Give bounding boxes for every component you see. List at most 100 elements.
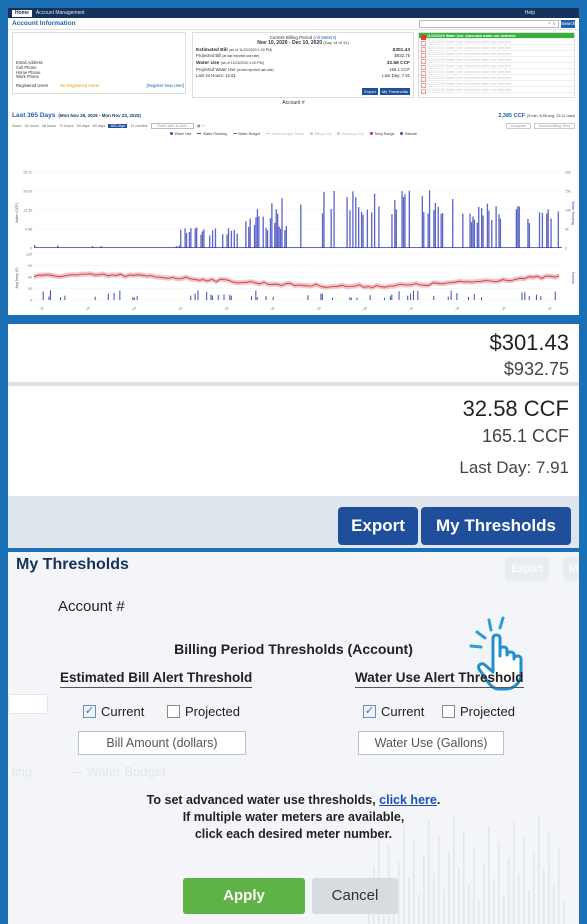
legend-item[interactable]: Watering Day — [337, 132, 364, 136]
register-new-user-link[interactable]: [Register New User] — [147, 83, 184, 88]
bill-amount-input[interactable]: Bill Amount (dollars) — [78, 731, 246, 755]
ghost-bar — [503, 895, 505, 924]
rainfall-bar — [197, 290, 199, 300]
legend-item[interactable]: Water Use — [170, 132, 191, 136]
chart-legend: Water Use Water Reading Water Budget Water … — [8, 130, 579, 137]
water-use-bar — [517, 206, 519, 248]
zoom-option[interactable]: 24 hours — [24, 124, 38, 128]
x-tick-label: May '20 — [265, 306, 276, 311]
projected-water-note: (at last reported use rate) — [236, 67, 274, 72]
export-button-small[interactable]: Export — [362, 88, 378, 95]
account-search-input[interactable]: × ∨ — [419, 19, 559, 28]
my-thresholds-button-small[interactable]: My Thresholds — [379, 88, 410, 95]
rainfall-bar — [107, 293, 109, 300]
water-use-bar — [434, 202, 437, 248]
rainfall-bar — [42, 291, 44, 300]
x-tick-label: Nov '20 — [542, 306, 553, 311]
legend-item[interactable]: Temp Range — [369, 132, 394, 136]
legend-item[interactable]: Rainfall — [400, 132, 417, 136]
water-use-bar — [262, 216, 264, 248]
x-tick-label: Mar '20 — [173, 306, 183, 311]
projected-bill-value: $932.75 — [394, 53, 410, 59]
nav-home[interactable]: Home — [12, 9, 32, 17]
water-current-checkbox[interactable]: ✓ Current — [363, 704, 424, 719]
water-use-bar — [428, 190, 431, 248]
dialog-subtitle: Billing Period Thresholds (Account) — [174, 641, 413, 657]
water-use-bar — [480, 208, 483, 248]
bill-projected-checkbox[interactable]: Projected — [167, 704, 240, 719]
legend-item[interactable]: Water Reading — [197, 132, 227, 136]
rainfall-bar — [217, 294, 219, 300]
water-use-bar — [209, 235, 211, 248]
alert-item[interactable]: 11/14/2020 Water Use: Abnormal water use… — [419, 87, 574, 94]
water-use-bar — [518, 206, 520, 248]
cancel-button[interactable]: Cancel — [312, 878, 398, 914]
ghost-bar — [473, 847, 475, 924]
water-use-bar — [498, 214, 500, 248]
bill-current-label: Current — [101, 704, 145, 719]
water-projected-checkbox[interactable]: Projected — [442, 704, 515, 719]
zoom-option[interactable]: 30 days — [77, 124, 90, 128]
water-use-bar — [227, 228, 230, 248]
x-tick-label: Aug '20 — [404, 306, 415, 311]
nav-account-management[interactable]: Account Management — [36, 10, 85, 16]
water-use-bar — [557, 211, 559, 248]
contact-label: Work Phone — [16, 74, 39, 80]
rainfall-bar — [524, 292, 526, 300]
checkmark-icon[interactable]: ✓ — [363, 705, 376, 718]
empty-checkbox-icon[interactable] — [442, 705, 455, 718]
water-use-bar — [275, 209, 277, 248]
my-thresholds-button[interactable]: My Thresholds — [421, 507, 571, 545]
water-use-input[interactable]: Water Use (Gallons) — [358, 731, 504, 755]
x-tick-label: Jun '20 — [312, 306, 322, 311]
water-use-bar — [352, 191, 354, 248]
zoom-option[interactable]: 72 hours — [59, 124, 73, 128]
zoom-option[interactable]: 90 days — [92, 124, 105, 128]
click-here-link[interactable]: click here — [379, 793, 437, 807]
compare-button[interactable]: Compare — [505, 122, 531, 129]
legend-item[interactable]: Water Budget — [232, 132, 260, 136]
legend-label: Water Budget Today — [271, 131, 304, 136]
apply-button[interactable]: Apply — [183, 878, 305, 914]
rainfall-bar — [48, 296, 50, 300]
water-use-asof: (as of 11/23/2020 1:00 PM) — [220, 61, 264, 66]
meters-note-line: click each desired meter number. — [194, 827, 393, 841]
water-use-bar — [395, 209, 397, 248]
empty-checkbox-icon[interactable] — [167, 705, 180, 718]
zoom-option-selected[interactable]: 365 days — [108, 123, 128, 128]
water-use-bar — [285, 226, 288, 248]
accumulating-view-button[interactable]: Accumulating View — [533, 122, 575, 129]
rainfall-bar — [132, 297, 134, 300]
zoom-option[interactable]: 12 months — [130, 124, 147, 128]
x-tick-label: Feb '20 — [127, 306, 137, 311]
legend-item[interactable]: Billing Day — [309, 132, 331, 136]
rainfall-bar — [210, 294, 212, 300]
water-use-bar — [265, 227, 267, 248]
search-button[interactable]: Search — [561, 19, 575, 28]
water-use-value-large: 32.58 CCF — [462, 396, 569, 421]
rainfall-bar — [433, 295, 435, 300]
export-button[interactable]: Export — [338, 507, 418, 545]
water-use-bar — [190, 228, 192, 248]
y-tick-label: 120 — [26, 253, 32, 257]
estimated-bill-asof: (as of 11/23/2020 1:00 PM) — [229, 48, 273, 52]
rainfall-bar — [272, 296, 274, 300]
bill-current-checkbox[interactable]: ✓ Current — [83, 704, 144, 719]
nav-help[interactable]: Help — [525, 10, 535, 16]
water-use-chart: 26.71 20k 20.03 15k 13.35 10k 6.68 5k 0 0 120 90 60 3… — [15, 171, 575, 312]
water-use-bar — [478, 206, 480, 248]
checkmark-icon[interactable]: ✓ — [83, 705, 96, 718]
rainfall-bar — [554, 291, 556, 300]
water-use-bar — [550, 218, 552, 248]
ghost-bar — [483, 863, 485, 924]
zoom-option[interactable]: 48 hours — [42, 124, 56, 128]
water-use-bar — [473, 219, 476, 248]
water-use-bar — [355, 197, 357, 248]
rainfall-bar — [255, 290, 257, 300]
legend-item[interactable]: Water Budget Today — [266, 132, 304, 136]
y-tick-label: 0 — [30, 299, 32, 303]
calendar-icon[interactable]: ▦ ‹ › — [197, 124, 205, 128]
water-use-bar — [330, 209, 332, 248]
date-input[interactable]: Enter date to view — [150, 122, 195, 129]
y-right-tick-label: 20k — [565, 171, 571, 175]
